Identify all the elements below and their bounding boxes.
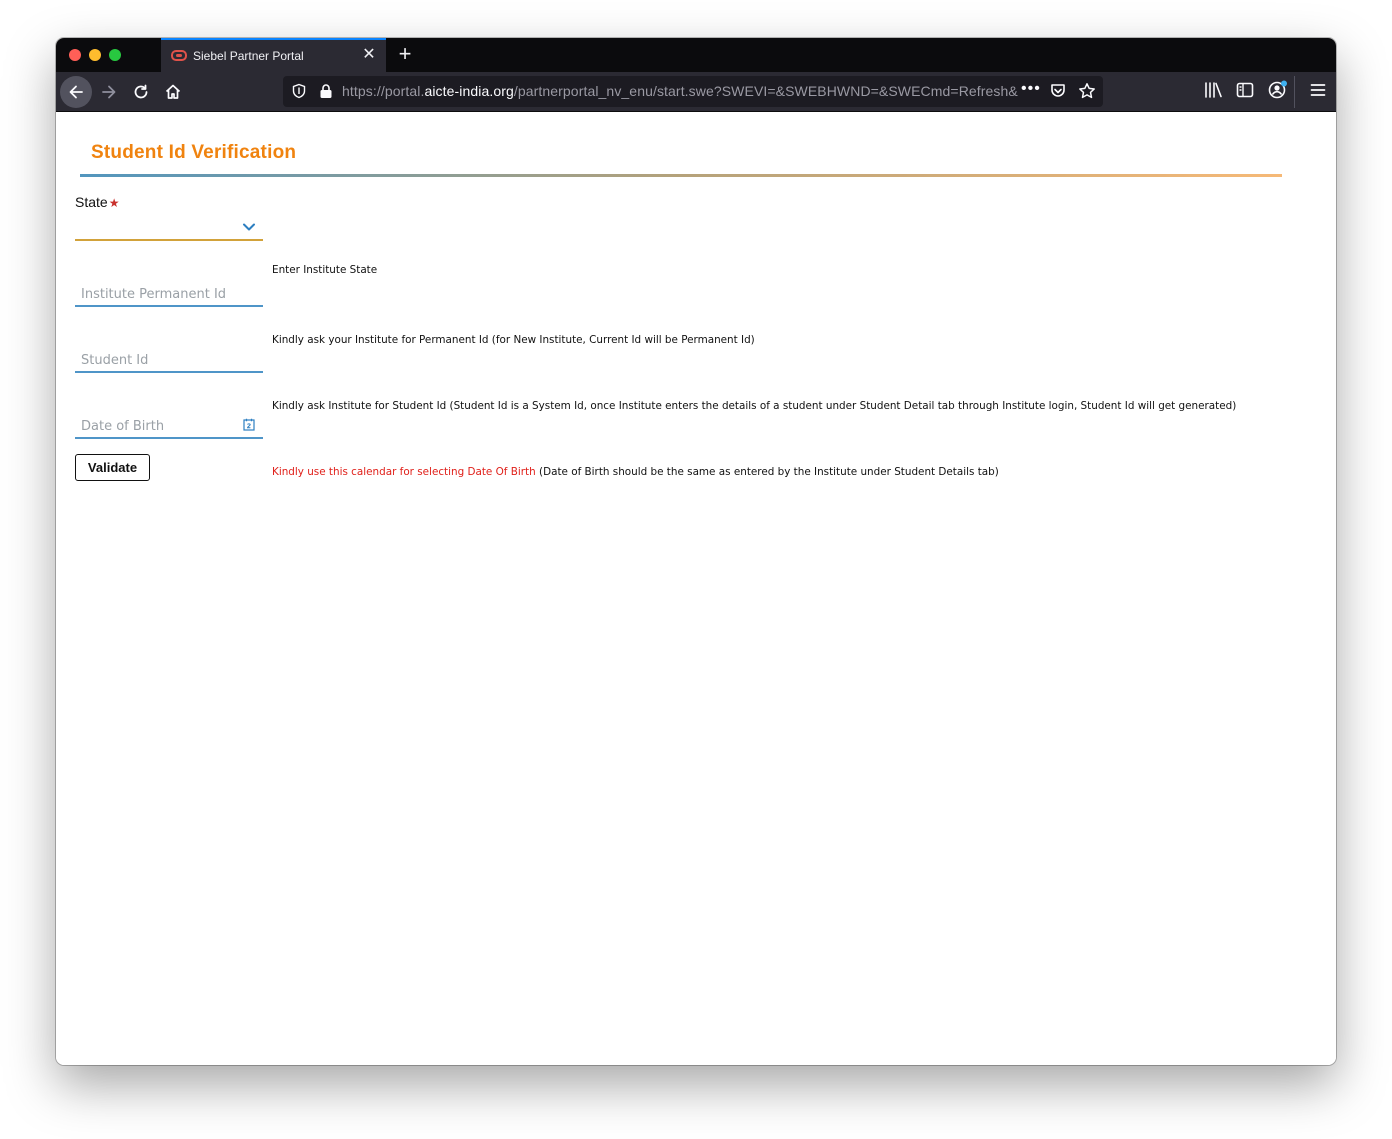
back-button[interactable] [60, 76, 92, 108]
tab-strip: Siebel Partner Portal ✕ + [56, 38, 1336, 72]
student-id-input[interactable] [75, 349, 263, 373]
forward-button[interactable] [93, 76, 125, 108]
browser-window: Siebel Partner Portal ✕ + https://portal… [56, 38, 1336, 1065]
home-icon [165, 84, 181, 99]
tab-title: Siebel Partner Portal [193, 49, 304, 63]
page-content: Student Id Verification State★ Enter Ins… [56, 112, 1336, 1065]
url-bar[interactable]: https://portal.aicte-india.org/partnerpo… [283, 76, 1103, 107]
page-title: Student Id Verification [91, 142, 297, 163]
institute-permanent-id-input[interactable] [75, 283, 263, 307]
state-label: State★ [75, 194, 119, 210]
state-hint: Enter Institute State [272, 264, 378, 276]
lock-icon[interactable] [319, 83, 333, 99]
url-text[interactable]: https://portal.aicte-india.org/partnerpo… [342, 83, 1018, 101]
arrow-right-icon [102, 85, 116, 99]
permanent-id-hint: Kindly ask your Institute for Permanent … [272, 334, 755, 346]
toolbar-separator [1294, 76, 1295, 108]
state-select[interactable] [75, 217, 263, 241]
pocket-icon[interactable] [1049, 82, 1067, 100]
arrow-left-icon [69, 85, 83, 99]
home-button[interactable] [157, 76, 189, 108]
close-tab-button[interactable]: ✕ [360, 46, 378, 64]
url-path: /partnerportal_nv_enu/start.swe?SWEVI=&S… [513, 83, 1018, 99]
validate-button[interactable]: Validate [75, 454, 150, 481]
tab-siebel-partner-portal[interactable]: Siebel Partner Portal ✕ [161, 38, 386, 72]
date-of-birth-input[interactable] [75, 415, 263, 439]
mask-favicon-icon [171, 50, 187, 61]
library-icon[interactable] [1203, 80, 1223, 100]
title-divider [80, 174, 1282, 177]
date-of-birth-hint: Kindly use this calendar for selecting D… [272, 466, 999, 478]
navigation-toolbar: https://portal.aicte-india.org/partnerpo… [56, 72, 1336, 112]
reload-icon [134, 84, 148, 99]
chevron-down-icon[interactable] [242, 222, 256, 232]
reload-button[interactable] [125, 76, 157, 108]
state-label-text: State [75, 194, 108, 210]
url-prefix: https://portal. [342, 83, 425, 99]
calendar-hint-rest: (Date of Birth should be the same as ent… [535, 466, 999, 478]
minimize-window-button[interactable] [89, 49, 101, 61]
calendar-icon[interactable] [243, 418, 255, 431]
sidebar-toggle-icon[interactable] [1235, 80, 1255, 100]
hamburger-menu-icon[interactable] [1308, 80, 1328, 100]
new-tab-button[interactable]: + [393, 42, 417, 66]
bookmark-star-icon[interactable] [1078, 82, 1096, 100]
tracking-shield-icon[interactable] [291, 83, 307, 99]
close-window-button[interactable] [69, 49, 81, 61]
calendar-hint-red: Kindly use this calendar for selecting D… [272, 466, 536, 478]
student-id-hint: Kindly ask Institute for Student Id (Stu… [272, 400, 1237, 412]
required-star-icon: ★ [108, 196, 120, 210]
url-host: aicte-india.org [424, 83, 514, 99]
page-actions-more-button[interactable]: ••• [1021, 80, 1041, 98]
zoom-window-button[interactable] [109, 49, 121, 61]
account-icon[interactable] [1267, 80, 1289, 100]
